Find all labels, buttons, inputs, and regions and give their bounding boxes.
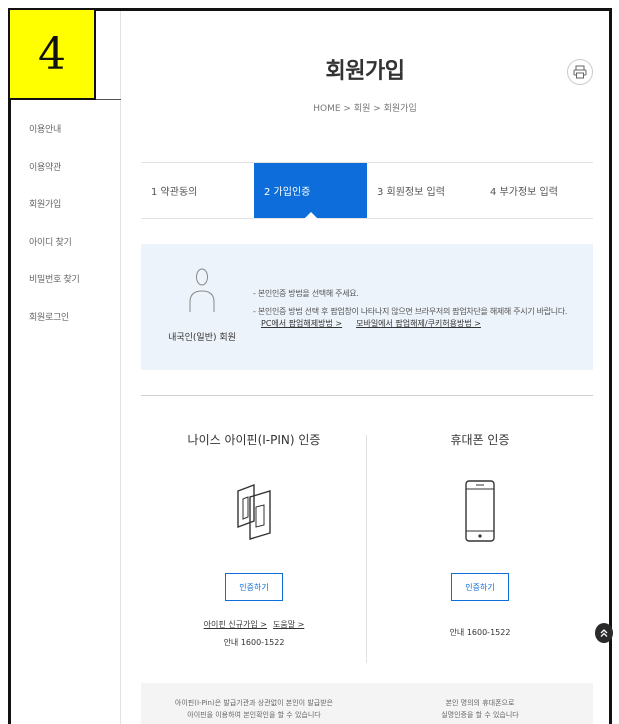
phone-support-phone: 안내 1600-1522: [449, 628, 511, 637]
verification-notice: 내국인(일반) 회원 - 본인인증 방법을 선택해 주세요. - 본인인증 방법…: [141, 244, 593, 370]
mobile-phone-icon: [367, 477, 593, 547]
sidebar-menu: 이용안내 이용약관 회원가입 아이디 찾기 비밀번호 찾기 회원로그인: [29, 122, 80, 348]
pc-popup-help-link[interactable]: PC에서 팝업해제방법 >: [261, 319, 342, 328]
mobile-popup-help-link[interactable]: 모바일에서 팝업해제/쿠키허용방법 >: [356, 319, 481, 328]
ipin-auth-section: 나이스 아이핀(I-PIN) 인증 인증하기 아이핀 신규가입 > 도움말 > 안…: [141, 431, 367, 648]
sidebar-item-find-id[interactable]: 아이디 찾기: [29, 235, 79, 273]
main-content: 회원가입 HOME > 회원 > 회원가입 1 약관동의 2 가입인증 3 회원…: [121, 11, 609, 724]
person-icon: [189, 268, 215, 312]
phone-verify-button[interactable]: 인증하기: [451, 573, 509, 601]
step-terms: 1 약관동의: [151, 187, 198, 198]
step-number-badge: 4: [8, 8, 96, 100]
ipin-description: 아이핀(I-Pin)은 발급기관과 상관없이 본인이 발급받은 아이핀을 이용하…: [141, 697, 367, 721]
breadcrumb: HOME > 회원 > 회원가입: [313, 104, 417, 114]
sidebar: 이용안내 이용약관 회원가입 아이디 찾기 비밀번호 찾기 회원로그인: [11, 11, 121, 724]
sidebar-item-guide[interactable]: 이용안내: [29, 122, 79, 160]
step-extra-info: 4 부가정보 입력: [490, 187, 558, 198]
print-icon: [573, 65, 587, 79]
step-member-info: 3 회원정보 입력: [377, 187, 445, 198]
member-type-label: 내국인(일반) 회원: [168, 333, 236, 343]
browser-frame: 이용안내 이용약관 회원가입 아이디 찾기 비밀번호 찾기 회원로그인 회원가입…: [8, 8, 612, 724]
auth-description-band: 아이핀(I-Pin)은 발급기관과 상관없이 본인이 발급받은 아이핀을 이용하…: [141, 683, 593, 724]
ipin-links: 아이핀 신규가입 > 도움말 >: [141, 619, 367, 629]
ipin-verify-button[interactable]: 인증하기: [225, 573, 283, 601]
signup-steps: 1 약관동의 2 가입인증 3 회원정보 입력 4 부가정보 입력: [141, 162, 593, 219]
ipin-auth-title: 나이스 아이핀(I-PIN) 인증: [187, 433, 321, 447]
notice-text: - 본인인증 방법을 선택해 주세요. - 본인인증 방법 선택 후 팝업창이 …: [253, 288, 567, 330]
phone-auth-title: 휴대폰 인증: [450, 433, 510, 447]
sidebar-item-terms[interactable]: 이용약관: [29, 160, 79, 198]
step-verification: 2 가입인증: [254, 163, 367, 219]
section-divider: [141, 395, 593, 396]
sidebar-item-find-password[interactable]: 비밀번호 찾기: [29, 272, 80, 310]
ipin-signup-link[interactable]: 아이핀 신규가입 >: [204, 620, 267, 629]
double-chevron-up-icon: [600, 629, 608, 637]
ipin-description-line-2: 아이핀을 이용하여 본인확인을 할 수 있습니다: [187, 711, 321, 719]
popup-help-links: PC에서 팝업해제방법 > 모바일에서 팝업해제/쿠키허용방법 >: [253, 318, 567, 330]
notice-line-1: - 본인인증 방법을 선택해 주세요.: [253, 289, 359, 298]
ipin-support-phone: 안내 1600-1522: [223, 638, 285, 647]
sidebar-item-join[interactable]: 회원가입: [29, 197, 79, 235]
ipin-icon: [141, 477, 367, 547]
notice-line-2: - 본인인증 방법 선택 후 팝업창이 나타나지 않으면 브라우저의 팝업차단을…: [253, 307, 568, 316]
phone-auth-section: 휴대폰 인증 인증하기 안내 1600-1522: [367, 431, 593, 638]
ipin-help-link[interactable]: 도움말 >: [273, 620, 304, 629]
phone-description-line-1: 본인 명의의 휴대폰으로: [445, 699, 515, 707]
sidebar-item-login[interactable]: 회원로그인: [29, 310, 79, 348]
phone-description: 본인 명의의 휴대폰으로 실명인증을 할 수 있습니다: [367, 697, 593, 721]
print-button[interactable]: [567, 59, 593, 85]
ipin-description-line-1: 아이핀(I-Pin)은 발급기관과 상관없이 본인이 발급받은: [174, 699, 334, 707]
scroll-to-top-button[interactable]: [595, 623, 613, 643]
page-title: 회원가입: [325, 59, 405, 84]
phone-description-line-2: 실명인증을 할 수 있습니다: [441, 711, 519, 719]
